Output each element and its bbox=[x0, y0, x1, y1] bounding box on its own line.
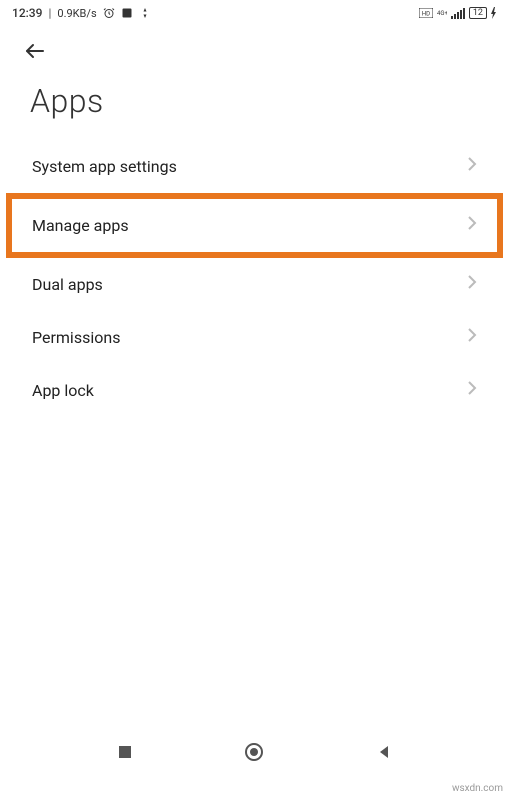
watermark: wsxdn.com bbox=[452, 783, 503, 794]
alarm-icon bbox=[103, 7, 115, 19]
chevron-right-icon bbox=[467, 156, 477, 177]
status-right: HD 4G+ 12 bbox=[419, 7, 497, 19]
status-network-speed: 0.9KB/s bbox=[57, 7, 96, 20]
menu-item-manage-apps[interactable]: Manage apps bbox=[12, 199, 497, 252]
svg-text:4G+: 4G+ bbox=[437, 10, 447, 17]
chevron-right-icon bbox=[467, 274, 477, 295]
chevron-right-icon bbox=[467, 327, 477, 348]
menu-item-label: App lock bbox=[32, 381, 94, 400]
menu-item-app-lock[interactable]: App lock bbox=[6, 364, 503, 417]
rocket-icon bbox=[139, 7, 151, 19]
navigation-bar bbox=[0, 728, 509, 776]
chevron-right-icon bbox=[467, 380, 477, 401]
header bbox=[0, 26, 509, 67]
menu-item-permissions[interactable]: Permissions bbox=[6, 311, 503, 364]
status-time: 12:39 bbox=[12, 6, 42, 20]
hd-icon: HD bbox=[419, 8, 433, 18]
status-left: 12:39 | 0.9KB/s bbox=[12, 6, 151, 20]
menu-item-label: Dual apps bbox=[32, 275, 103, 294]
menu-item-label: Permissions bbox=[32, 328, 120, 347]
svg-text:HD: HD bbox=[422, 11, 430, 18]
status-separator: | bbox=[48, 6, 51, 20]
charging-icon bbox=[491, 7, 497, 19]
back-button[interactable] bbox=[20, 36, 50, 66]
menu-item-dual-apps[interactable]: Dual apps bbox=[6, 258, 503, 311]
menu-list: System app settings Manage apps Dual app… bbox=[0, 140, 509, 417]
chevron-right-icon bbox=[467, 215, 477, 236]
nav-back-button[interactable] bbox=[372, 740, 396, 764]
status-bar: 12:39 | 0.9KB/s HD 4G+ 12 bbox=[0, 0, 509, 26]
signal-4g-icon: 4G+ bbox=[437, 8, 447, 18]
page-title: Apps bbox=[0, 67, 509, 140]
battery-level: 12 bbox=[473, 8, 483, 18]
highlight-annotation: Manage apps bbox=[6, 193, 503, 258]
menu-item-label: System app settings bbox=[32, 157, 177, 176]
nav-home-button[interactable] bbox=[242, 740, 266, 764]
nav-recents-button[interactable] bbox=[113, 740, 137, 764]
menu-item-system-app-settings[interactable]: System app settings bbox=[6, 140, 503, 193]
menu-item-label: Manage apps bbox=[32, 216, 129, 235]
sync-icon bbox=[121, 7, 133, 19]
battery-indicator: 12 bbox=[469, 7, 487, 19]
signal-bars-icon bbox=[451, 7, 465, 19]
